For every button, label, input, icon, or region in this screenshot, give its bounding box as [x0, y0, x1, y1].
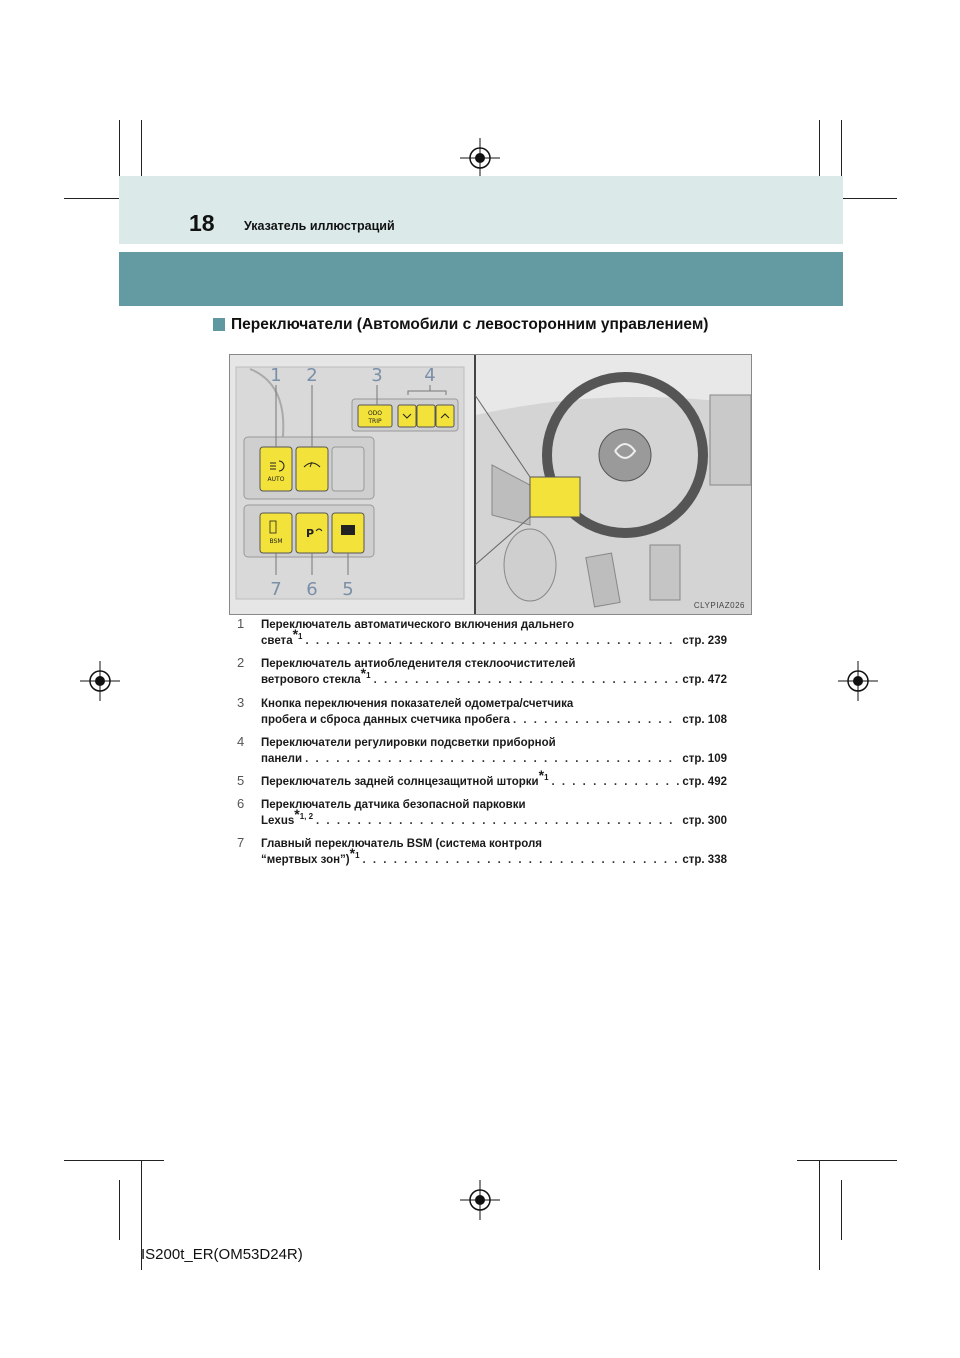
trip-label: TRIP [367, 418, 382, 425]
item-text-line2: ветрового стекла [261, 674, 361, 686]
callout-6: 6 [306, 579, 317, 600]
leader-dots: . . . . . . . . . . . . . . . . . . . . … [373, 674, 680, 686]
panel-light-switches [397, 404, 455, 428]
auto-label: AUTO [268, 476, 285, 483]
illustration-code: CLYPIAZ026 [693, 601, 745, 610]
bsm-label: BSM [270, 538, 283, 545]
footnote-ref: 1 [298, 632, 303, 642]
crop-mark [819, 1160, 820, 1270]
item-number: 3 [237, 695, 245, 710]
odo-label: ODO [368, 410, 382, 417]
item-number: 6 [237, 796, 245, 811]
callout-5: 5 [342, 579, 353, 600]
registration-mark-icon [460, 1180, 500, 1220]
item-text-line2: света [261, 635, 293, 647]
chapter-band [119, 252, 843, 306]
leader-dots: . . . . . . . . . . . . . . . . . . . . … [551, 776, 680, 788]
page-number: 18 [189, 210, 215, 236]
registration-mark-icon [80, 661, 120, 701]
dashboard-illustration: AUTO BSM P ODO TRIP 1 2 3 4 5 6 7 CLYPIA… [229, 354, 752, 615]
registration-mark-icon [838, 661, 878, 701]
item-number: 7 [237, 835, 245, 850]
page-reference[interactable]: стр. 492 [682, 774, 727, 790]
item-text-line2: Lexus [261, 815, 295, 827]
page-reference[interactable]: стр. 108 [682, 712, 727, 728]
leader-dots: . . . . . . . . . . . . . . . . . . . . … [362, 854, 680, 866]
svg-text:P: P [306, 527, 314, 540]
item-text-line2: пробега и сброса данных счетчика пробега [261, 714, 510, 726]
section-title: Переключатели (Автомобили с левосторонни… [231, 316, 709, 333]
page-reference[interactable]: стр. 338 [682, 852, 727, 868]
item-number: 5 [237, 773, 245, 788]
odo-trip-button: ODO TRIP [357, 404, 393, 428]
header-band [119, 176, 843, 244]
callout-3: 3 [371, 365, 382, 386]
item-number: 1 [237, 616, 245, 631]
section-marker [213, 318, 225, 331]
callout-7: 7 [270, 579, 281, 600]
bsm-switch: BSM [259, 512, 293, 554]
callout-4: 4 [424, 365, 435, 386]
page-reference[interactable]: стр. 472 [682, 672, 727, 688]
footnote-ref: 1 [544, 773, 549, 783]
callout-2: 2 [306, 365, 317, 386]
crop-mark [841, 120, 842, 180]
leader-dots: . . . . . . . . . . . . . . . . . . . . … [305, 753, 679, 765]
page-reference[interactable]: стр. 300 [682, 813, 727, 829]
crop-mark [841, 1180, 842, 1240]
item-text-line1: Переключатель автоматического включения … [261, 619, 574, 631]
item-number: 2 [237, 655, 245, 670]
parking-sensor-switch: P [295, 512, 329, 554]
item-text-line1: Переключатель датчика безопасной парковк… [261, 799, 526, 811]
crop-mark [64, 1160, 164, 1161]
auto-high-beam-switch: AUTO [259, 446, 293, 492]
wiper-deicer-switch [295, 446, 329, 492]
page-header-title: Указатель иллюстраций [244, 219, 395, 233]
registration-mark-icon [460, 138, 500, 178]
footnote-ref: 1, 2 [299, 812, 314, 822]
item-text-line2: Переключатель задней солнцезащитной штор… [261, 776, 539, 788]
leader-dots: . . . . . . . . . . . . . . . . . . . . … [316, 815, 679, 827]
callout-1: 1 [270, 365, 281, 386]
page-reference[interactable]: стр. 239 [682, 633, 727, 649]
document-code: IS200t_ER(OM53D24R) [141, 1246, 303, 1263]
leader-dots: . . . . . . . . . . . . . . . . . . . . … [305, 635, 680, 647]
crop-mark [119, 1180, 120, 1240]
footnote-ref: 1 [355, 851, 360, 861]
leader-dots: . . . . . . . . . . . . . . . . . . . . … [512, 714, 679, 726]
footnote-ref: 1 [366, 671, 371, 681]
crop-mark [119, 120, 120, 180]
dashboard-drawing: AUTO BSM P ODO TRIP 1 2 3 4 5 6 7 [230, 355, 751, 614]
crop-mark [797, 1160, 897, 1161]
item-text-line1: Переключатель антиобледенителя стеклоочи… [261, 658, 576, 670]
rear-sunshade-switch [331, 512, 365, 554]
item-text-line1: Переключатели регулировки подсветки приб… [261, 737, 556, 749]
item-text-line2: “мертвых зон”) [261, 854, 350, 866]
page-reference[interactable]: стр. 109 [682, 751, 727, 767]
item-text-line1: Кнопка переключения показателей одометра… [261, 698, 574, 710]
item-number: 4 [237, 734, 245, 749]
item-text-line1: Главный переключатель BSM (система контр… [261, 838, 543, 850]
item-text-line2: панели [261, 753, 303, 765]
